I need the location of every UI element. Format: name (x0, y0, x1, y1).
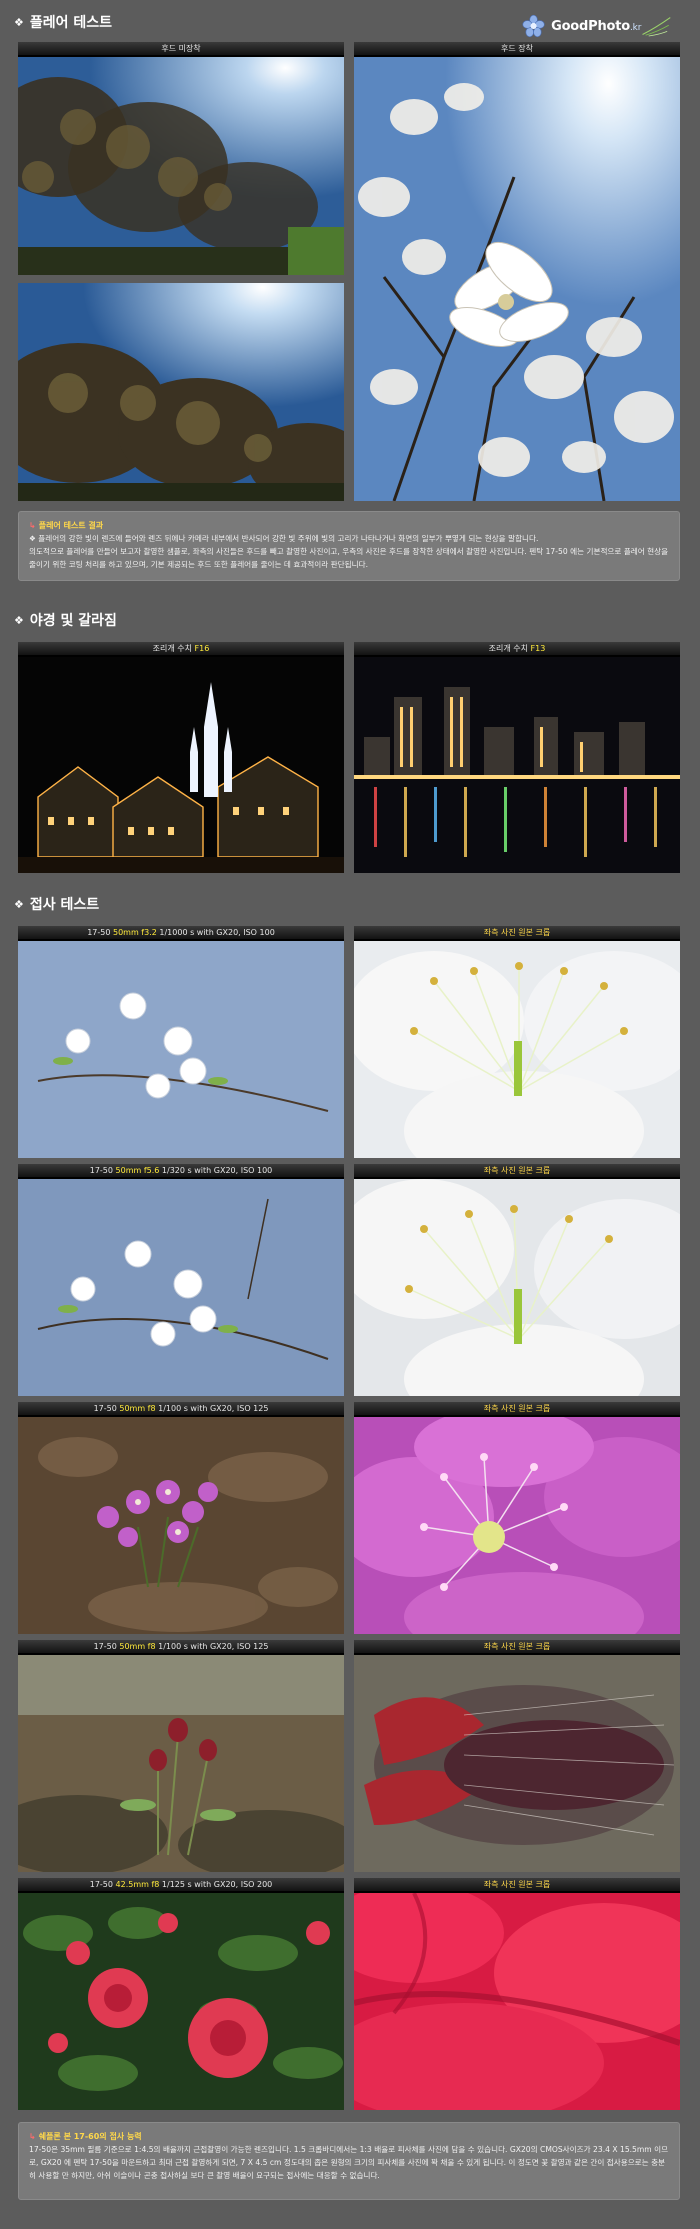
camellia-photo (18, 1893, 344, 2110)
cherry-blossom-photo-2 (18, 1179, 344, 1396)
flare-photo-no-hood-2 (18, 283, 344, 501)
macro-caption: 17-50 50mm f8 1/100 s with GX20, ISO 125 (18, 1402, 344, 1416)
hepatica-crop-photo (354, 1417, 680, 1634)
magnolia-photo (354, 57, 680, 501)
flare-result-title: ↳ 플레어 테스트 결과 (29, 521, 104, 530)
macro-caption: 17-50 50mm f3.2 1/1000 s with GX20, ISO … (18, 926, 344, 940)
flare-result-line2: 의도적으로 플레어를 만들어 보고자 촬영한 샘플로, 좌측의 사진들은 후드를… (29, 547, 669, 569)
arrow-icon: ↳ (29, 521, 36, 530)
tree-sky-photo-2 (18, 283, 344, 501)
macro-row3-left: 17-50 50mm f8 1/100 s with GX20, ISO 125 (18, 1402, 344, 1634)
crop-caption: 좌측 사진 원본 크롭 (354, 1402, 680, 1416)
macro-result-title: ↳ 쉐플론 본 17-60의 접사 능력 (29, 2132, 142, 2141)
macro-row5-right: 좌측 사진 원본 크롭 (354, 1878, 680, 2110)
crop-caption: 좌측 사진 원본 크롭 (354, 1164, 680, 1178)
macro-row2-left: 17-50 50mm f5.6 1/320 s with GX20, ISO 1… (18, 1164, 344, 1396)
macro-row2-right: 좌측 사진 원본 크롭 (354, 1164, 680, 1396)
macro-result-text: 17-50은 35mm 필름 기준으로 1:4.5의 배율까지 근접촬영이 가능… (29, 2145, 669, 2180)
macro-row3-right: 좌측 사진 원본 크롭 (354, 1402, 680, 1634)
caption-no-hood: 후드 미장착 (18, 42, 344, 56)
macro-row1-right: 좌측 사진 원본 크롭 (354, 926, 680, 1158)
macro-caption: 17-50 50mm f8 1/100 s with GX20, ISO 125 (18, 1640, 344, 1654)
cherry-crop-photo (354, 941, 680, 1158)
arrow-icon: ↳ (29, 2132, 36, 2141)
macro-row4-left: 17-50 50mm f8 1/100 s with GX20, ISO 125 (18, 1640, 344, 1872)
caption-with-hood: 후드 장착 (354, 42, 680, 56)
night-photo-city: 조리개 수치 F13 (354, 642, 680, 873)
caption-aperture-f13: 조리개 수치 F13 (354, 642, 680, 656)
camellia-crop-photo (354, 1893, 680, 2110)
crop-caption: 좌측 사진 원본 크롭 (354, 926, 680, 940)
macro-row1-left: 17-50 50mm f3.2 1/1000 s with GX20, ISO … (18, 926, 344, 1158)
city-night-photo (354, 657, 680, 873)
diamond-bullet-icon: ❖ (14, 897, 24, 911)
caption-aperture-f16: 조리개 수치 F16 (18, 642, 344, 656)
flower-logo-icon (522, 14, 545, 38)
cherry-crop-photo-2 (354, 1179, 680, 1396)
macro-caption: 17-50 42.5mm f8 1/125 s with GX20, ISO 2… (18, 1878, 344, 1892)
macro-caption: 17-50 50mm f5.6 1/320 s with GX20, ISO 1… (18, 1164, 344, 1178)
section-title-night: ❖ 야경 및 갈라짐 (14, 613, 117, 629)
section-title-flare: ❖ 플레어 테스트 (14, 15, 113, 31)
diamond-bullet-icon: ❖ (14, 613, 24, 627)
flare-photo-with-hood: 후드 장착 (354, 42, 680, 501)
logo-text: GoodPhoto.kr (551, 18, 642, 34)
flare-result-box: ↳ 플레어 테스트 결과 ❖ 플레어의 강한 빛이 렌즈에 들어와 렌즈 뒤에나 … (18, 511, 680, 581)
castle-night-photo (18, 657, 344, 873)
macro-result-box: ↳ 쉐플론 본 17-60의 접사 능력 17-50은 35mm 필름 기준으로 … (18, 2122, 680, 2200)
crop-caption: 좌측 사진 원본 크롭 (354, 1640, 680, 1654)
tree-sky-photo (18, 57, 344, 275)
grass-logo-icon (642, 17, 671, 37)
macro-row5-left: 17-50 42.5mm f8 1/125 s with GX20, ISO 2… (18, 1878, 344, 2110)
pasqueflower-photo (18, 1655, 344, 1872)
crop-caption: 좌측 사진 원본 크롭 (354, 1878, 680, 1892)
pasqueflower-crop-photo (354, 1655, 680, 1872)
night-photo-castle: 조리개 수치 F16 (18, 642, 344, 873)
flare-photo-no-hood-1: 후드 미장착 (18, 42, 344, 275)
diamond-bullet-icon: ❖ (14, 15, 24, 29)
section-title-macro: ❖ 접사 테스트 (14, 897, 100, 913)
hepatica-photo (18, 1417, 344, 1634)
macro-row4-right: 좌측 사진 원본 크롭 (354, 1640, 680, 1872)
cherry-blossom-photo (18, 941, 344, 1158)
flare-result-line1: ❖ 플레어의 강한 빛이 렌즈에 들어와 렌즈 뒤에나 카메라 내부에서 반사되… (29, 534, 539, 543)
goodphoto-logo[interactable]: GoodPhoto.kr (522, 8, 672, 44)
